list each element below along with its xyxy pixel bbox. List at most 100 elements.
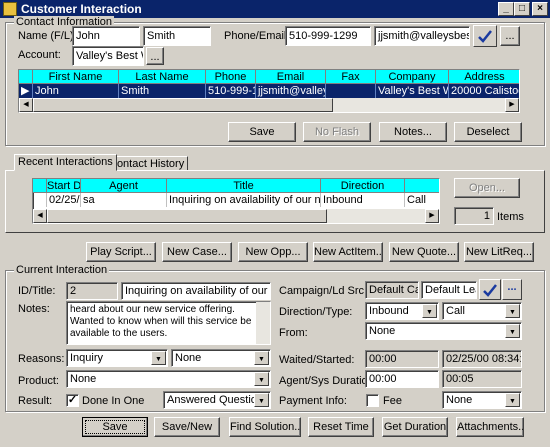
recent-row-direction[interactable]: Inbound (321, 193, 405, 207)
scroll-thumb[interactable] (33, 98, 333, 112)
recent-row-type[interactable]: Call (405, 193, 439, 207)
contact-grid-hscroll[interactable]: ◀ ▶ (19, 98, 519, 112)
attachments-button[interactable]: Attachments... (456, 417, 524, 437)
account-lookup-button[interactable]: ... (146, 47, 164, 65)
items-count: 1 (454, 207, 494, 225)
notes-textarea[interactable]: heard about our new service offering. Wa… (66, 301, 271, 345)
recent-header-direction[interactable]: Direction (321, 179, 405, 193)
account-input[interactable]: Valley's Best W (72, 46, 144, 66)
product-select[interactable]: None ▼ (66, 370, 271, 388)
contact-save-button[interactable]: Save (228, 122, 296, 142)
grid-header-fax[interactable]: Fax (326, 70, 376, 84)
no-flash-button[interactable]: No Flash (303, 122, 371, 142)
recent-header-agent[interactable]: Agent (81, 179, 167, 193)
notes-button[interactable]: Notes... (379, 122, 447, 142)
title-input[interactable]: Inquiring on availability of our new s (121, 282, 271, 300)
dropdown-arrow-icon[interactable]: ▼ (505, 324, 520, 338)
grid-header-phone[interactable]: Phone (206, 70, 256, 84)
row-address[interactable]: 20000 Calistoga R (449, 84, 519, 98)
product-label: Product: (18, 375, 59, 387)
row-first-name[interactable]: John (33, 84, 119, 98)
dropdown-arrow-icon[interactable]: ▼ (151, 351, 166, 365)
notes-vscroll[interactable] (256, 302, 270, 344)
recent-row-start-date[interactable]: 02/25/ (47, 193, 81, 207)
first-name-input[interactable]: John (72, 26, 140, 46)
dropdown-arrow-icon[interactable]: ▼ (422, 304, 437, 318)
dropdown-arrow-icon[interactable]: ▼ (505, 304, 520, 318)
close-button[interactable]: × (532, 2, 548, 16)
new-litreq-button[interactable]: New LitReq... (464, 242, 534, 262)
play-script-button[interactable]: Play Script... (86, 242, 156, 262)
deselect-button[interactable]: Deselect (454, 122, 522, 142)
payment-info-label: Payment Info: (279, 395, 347, 407)
grid-header-last-name[interactable]: Last Name (119, 70, 206, 84)
agent-duration-input[interactable]: 00:00 (365, 370, 439, 388)
recent-row-title[interactable]: Inquiring on availability of our new ser (167, 193, 321, 207)
recent-grid-hscroll[interactable]: ◀ ▶ (33, 209, 439, 223)
open-button[interactable]: Open... (454, 178, 520, 198)
fee-checkbox[interactable] (366, 394, 379, 407)
from-value: None (369, 325, 396, 337)
dropdown-arrow-icon[interactable]: ▼ (505, 393, 520, 407)
recent-row[interactable]: 02/25/ sa Inquiring on availability of o… (33, 193, 439, 207)
contact-row-selected[interactable]: ▶ John Smith 510-999-12 jjsmith@valleysb… (19, 84, 519, 98)
recent-header-start-date[interactable]: Start D (47, 179, 81, 193)
scroll-left-icon[interactable]: ◀ (33, 209, 47, 223)
new-opp-button[interactable]: New Opp... (238, 242, 308, 262)
direction-value: Inbound (369, 305, 409, 317)
type-select[interactable]: Call ▼ (442, 302, 522, 320)
row-company[interactable]: Valley's Best Win (376, 84, 449, 98)
from-select[interactable]: None ▼ (365, 322, 522, 340)
maximize-button[interactable]: □ (514, 2, 530, 16)
find-solution-button[interactable]: Find Solution... (229, 417, 301, 437)
contact-more-button[interactable]: ... (500, 26, 520, 46)
check-icon[interactable] (473, 25, 497, 47)
dropdown-arrow-icon[interactable]: ▼ (254, 372, 269, 386)
result-select[interactable]: Answered Question ▼ (163, 391, 271, 409)
scroll-left-icon[interactable]: ◀ (19, 98, 33, 112)
tab-contact-history[interactable]: Contact History (105, 156, 189, 170)
new-case-button[interactable]: New Case... (162, 242, 232, 262)
row-fax[interactable] (326, 84, 376, 98)
row-phone[interactable]: 510-999-12 (206, 84, 256, 98)
last-name-input[interactable]: Smith (143, 26, 211, 46)
contact-grid[interactable]: First Name Last Name Phone Email Fax Com… (18, 69, 520, 113)
fee-label: Fee (383, 395, 402, 407)
dropdown-arrow-icon[interactable]: ▼ (254, 351, 269, 365)
campaign-more-button[interactable]: ... (502, 279, 522, 300)
new-actitem-button[interactable]: New ActItem... (313, 242, 383, 262)
direction-select[interactable]: Inbound ▼ (365, 302, 439, 320)
grid-header-email[interactable]: Email (256, 70, 326, 84)
scroll-right-icon[interactable]: ▶ (425, 209, 439, 223)
recent-header-title[interactable]: Title (167, 179, 321, 193)
recent-header-type[interactable] (405, 179, 439, 193)
dropdown-arrow-icon[interactable]: ▼ (254, 393, 269, 407)
window-title: Customer Interaction (21, 2, 142, 16)
save-button[interactable]: Save (82, 417, 148, 437)
reasons-label: Reasons: (18, 353, 65, 365)
scroll-right-icon[interactable]: ▶ (505, 98, 519, 112)
lead-source-field[interactable]: Default Lead (421, 281, 477, 299)
new-quote-button[interactable]: New Quote... (389, 242, 459, 262)
reset-time-button[interactable]: Reset Time (308, 417, 374, 437)
recent-grid[interactable]: Start D Agent Title Direction 02/25/ sa … (32, 178, 440, 224)
reason1-select[interactable]: Inquiry ▼ (66, 349, 168, 367)
done-in-one-checkbox[interactable]: ✓ (66, 394, 79, 407)
phone-input[interactable]: 510-999-1299 (285, 26, 371, 46)
agent-sys-duration-label: Agent/Sys Duration: (279, 375, 377, 387)
save-new-button[interactable]: Save/New (154, 417, 220, 437)
scroll-thumb[interactable] (47, 209, 327, 223)
row-email[interactable]: jjsmith@valleysb (256, 84, 326, 98)
row-last-name[interactable]: Smith (119, 84, 206, 98)
grid-header-company[interactable]: Company (376, 70, 449, 84)
grid-header-address[interactable]: Address (449, 70, 519, 84)
tab-recent-interactions[interactable]: Recent Interactions (14, 154, 117, 171)
grid-header-first-name[interactable]: First Name (33, 70, 119, 84)
payment-select[interactable]: None ▼ (442, 391, 522, 409)
email-input[interactable]: jjsmith@valleysbest.co (374, 26, 470, 46)
check-icon[interactable] (479, 279, 501, 300)
recent-row-agent[interactable]: sa (81, 193, 167, 207)
minimize-button[interactable]: _ (498, 2, 514, 16)
reason2-select[interactable]: None ▼ (171, 349, 271, 367)
get-duration-button[interactable]: Get Duration (382, 417, 448, 437)
